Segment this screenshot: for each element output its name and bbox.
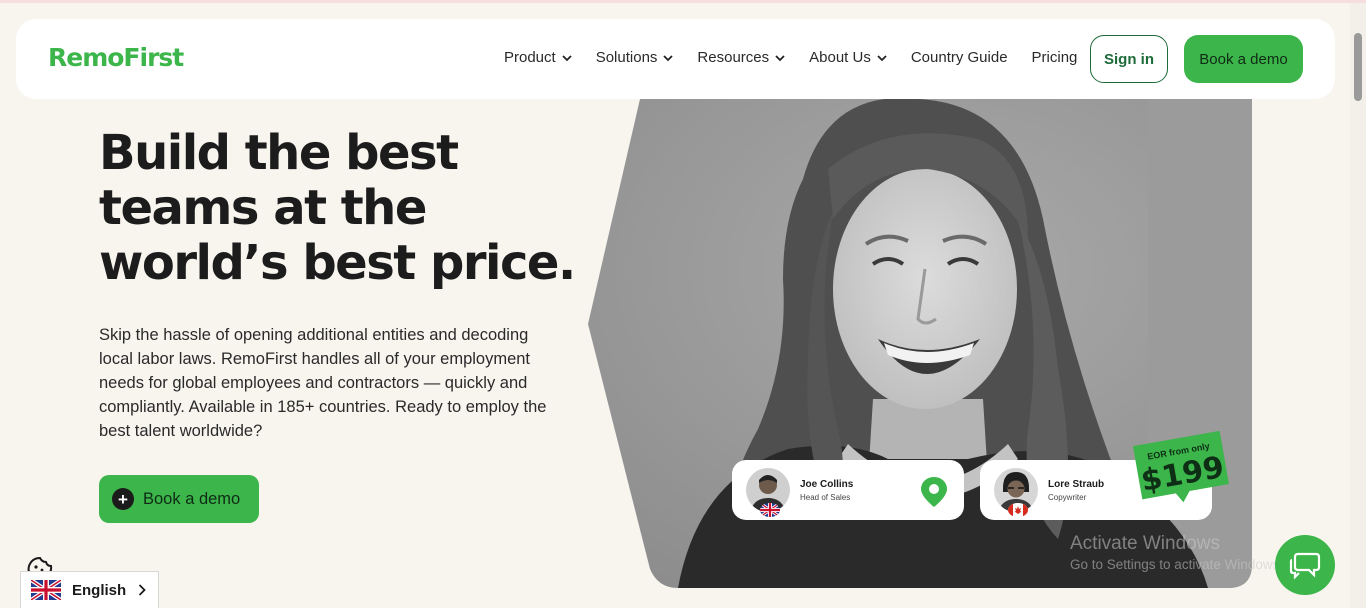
person-name: Joe Collins xyxy=(800,479,854,490)
hero-title: Build the best teams at the world’s best… xyxy=(99,125,576,291)
chevron-down-icon xyxy=(562,54,572,61)
activate-windows-watermark: Activate Windows Go to Settings to activ… xyxy=(1070,533,1283,572)
nav-item-country-guide[interactable]: Country Guide xyxy=(911,49,1008,66)
book-demo-hero-button[interactable]: + Book a demo xyxy=(99,475,259,523)
navbar: RemoFirst Product Solutions Resources Ab… xyxy=(16,19,1335,99)
watermark-title: Activate Windows xyxy=(1070,533,1220,554)
scrollbar[interactable] xyxy=(1350,3,1366,608)
nav-item-resources[interactable]: Resources xyxy=(697,49,785,66)
language-selector[interactable]: English xyxy=(20,571,159,608)
nav-item-label: Resources xyxy=(697,49,770,66)
chat-bubble-icon xyxy=(1289,552,1321,580)
canada-flag-icon xyxy=(1008,503,1028,517)
nav-item-label: Country Guide xyxy=(910,49,1008,66)
logo[interactable]: RemoFirst xyxy=(48,43,184,72)
nav-item-pricing[interactable]: Pricing xyxy=(1032,49,1078,66)
person-card-joe-collins: Joe Collins Head of Sales xyxy=(732,460,964,520)
watermark-subtitle: Go to Settings to activate Windows. xyxy=(1070,557,1284,572)
location-pin-icon xyxy=(921,477,947,507)
chevron-right-icon xyxy=(138,584,146,596)
price-tag-badge: EOR from only $199 xyxy=(1132,430,1229,503)
scrollbar-thumb[interactable] xyxy=(1354,33,1362,101)
nav-item-label: About Us xyxy=(809,49,871,66)
nav-item-solutions[interactable]: Solutions xyxy=(596,49,674,66)
language-label: English xyxy=(72,581,127,599)
book-demo-nav-button[interactable]: Book a demo xyxy=(1184,35,1303,83)
nav-links: Product Solutions Resources About Us Cou… xyxy=(504,49,1101,66)
nav-item-product[interactable]: Product xyxy=(504,49,572,66)
person-role: Copywriter xyxy=(1048,493,1087,502)
chevron-down-icon xyxy=(775,54,785,61)
nav-item-label: Product xyxy=(504,49,556,66)
chat-button[interactable] xyxy=(1275,535,1335,595)
chevron-down-icon xyxy=(877,54,887,61)
chevron-down-icon xyxy=(663,54,674,61)
hero-description: Skip the hassle of opening additional en… xyxy=(99,326,547,440)
nav-item-about-us[interactable]: About Us xyxy=(809,49,887,66)
nav-item-label: Solutions xyxy=(595,49,658,66)
nav-item-label: Pricing xyxy=(1031,49,1078,66)
plus-circle-icon: + xyxy=(112,488,134,510)
person-role: Head of Sales xyxy=(800,493,851,502)
uk-flag-icon xyxy=(31,580,61,600)
uk-flag-icon xyxy=(760,503,780,517)
person-name: Lore Straub xyxy=(1048,479,1105,490)
book-demo-label: Book a demo xyxy=(143,489,241,508)
top-accent-line xyxy=(0,0,1366,3)
sign-in-button[interactable]: Sign in xyxy=(1090,35,1168,83)
